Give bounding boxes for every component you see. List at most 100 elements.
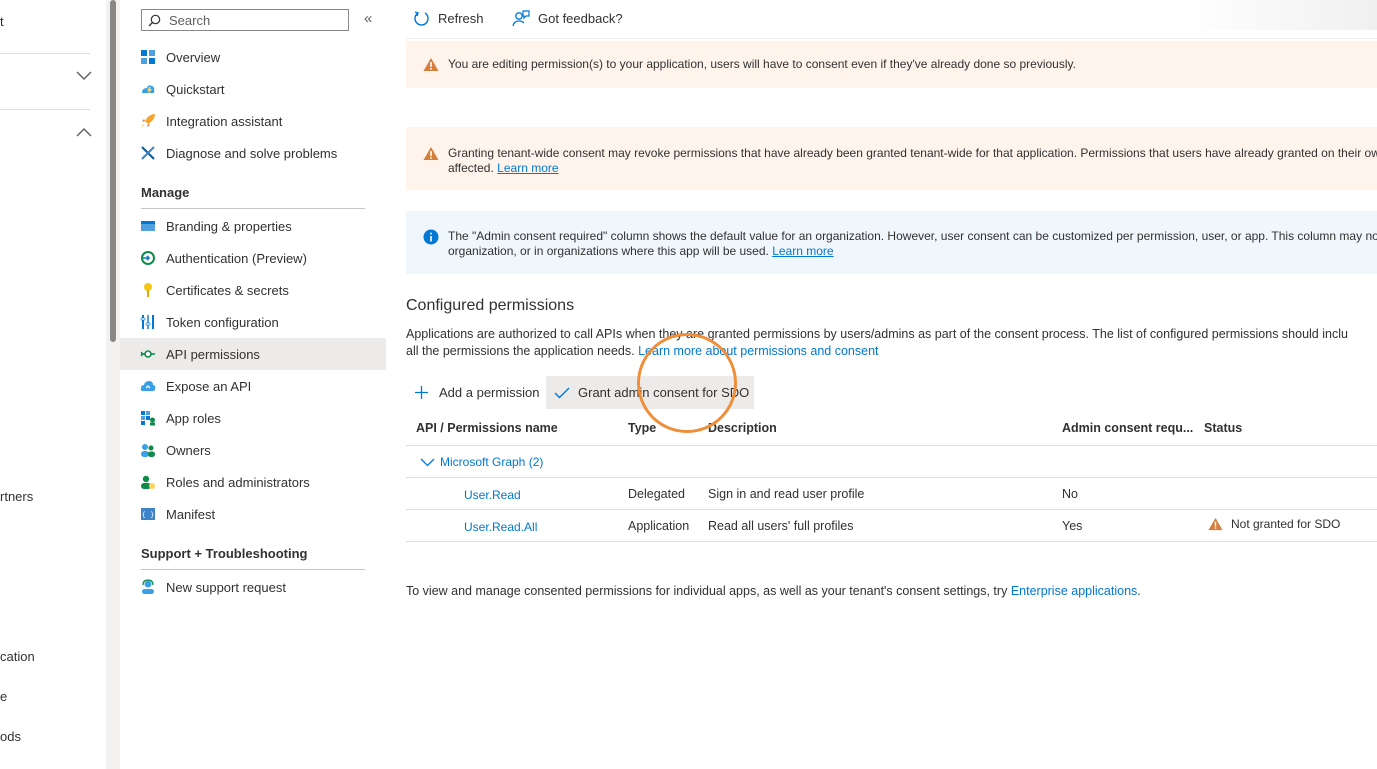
authentication-icon (140, 250, 156, 266)
warning-icon (423, 58, 439, 71)
feedback-icon (512, 10, 530, 27)
menu-item-quickstart[interactable]: Quickstart (120, 73, 386, 105)
left-nav-fragment[interactable]: ods (0, 729, 21, 744)
chevron-down-icon[interactable] (76, 68, 92, 86)
permission-type: Application (628, 519, 690, 533)
roles-icon (140, 474, 156, 490)
menu-item-manifest[interactable]: { } Manifest (120, 498, 386, 530)
divider (141, 569, 365, 570)
menu-item-expose-api[interactable]: Expose an API (120, 370, 386, 402)
rocket-icon (140, 113, 156, 129)
menu-item-label: Roles and administrators (166, 474, 310, 490)
description-line-text: all the permissions the application need… (406, 344, 635, 358)
menu-item-label: Quickstart (166, 81, 225, 97)
warning-icon (423, 147, 439, 160)
menu-item-roles-administrators[interactable]: Roles and administrators (120, 466, 386, 498)
section-header-manage: Manage (141, 185, 190, 200)
table-divider (406, 445, 1377, 446)
add-permission-button[interactable]: Add a permission (406, 376, 547, 409)
table-divider (406, 541, 1377, 542)
refresh-label: Refresh (438, 11, 484, 26)
editing-warning-banner: You are editing permission(s) to your ap… (406, 41, 1377, 88)
group-label: Microsoft Graph (2) (440, 455, 544, 469)
search-box[interactable] (141, 9, 349, 31)
key-icon (140, 282, 156, 298)
menu-item-token-configuration[interactable]: Token configuration (120, 306, 386, 338)
quickstart-icon (140, 81, 156, 97)
menu-item-label: Owners (166, 442, 211, 458)
menu-item-api-permissions[interactable]: API permissions (120, 338, 386, 370)
checkmark-icon (554, 387, 570, 398)
column-header-admin-consent[interactable]: Admin consent requ... (1062, 421, 1193, 435)
divider (0, 53, 90, 54)
column-header-description[interactable]: Description (708, 421, 777, 435)
banner-text: Granting tenant-wide consent may revoke … (448, 146, 1377, 176)
scrollbar-thumb[interactable] (110, 0, 116, 342)
configured-permissions-title: Configured permissions (406, 297, 575, 314)
refresh-button[interactable]: Refresh (413, 10, 484, 27)
permission-name-link[interactable]: User.Read (464, 488, 521, 502)
learn-more-link[interactable]: Learn more (772, 244, 833, 258)
grant-admin-consent-button[interactable]: Grant admin consent for SDO (546, 376, 754, 409)
permission-type: Delegated (628, 487, 685, 501)
left-nav: t rtners cation e ods (0, 0, 106, 769)
divider (141, 208, 365, 209)
menu-item-certificates[interactable]: Certificates & secrets (120, 274, 386, 306)
footer-note: To view and manage consented permissions… (406, 584, 1141, 598)
menu-item-app-roles[interactable]: App roles (120, 402, 386, 434)
column-header-type[interactable]: Type (628, 421, 656, 435)
menu-item-label: Expose an API (166, 378, 252, 394)
left-nav-fragment[interactable]: e (0, 689, 7, 704)
column-header-status[interactable]: Status (1204, 421, 1242, 435)
learn-more-link[interactable]: Learn more (497, 161, 558, 175)
corner-shadow (1180, 0, 1377, 30)
section-header-support: Support + Troubleshooting (141, 546, 308, 561)
menu-item-branding[interactable]: Branding & properties (120, 210, 386, 242)
collapse-menu-icon[interactable]: « (364, 10, 372, 27)
chevron-up-icon[interactable] (76, 124, 92, 142)
feedback-button[interactable]: Got feedback? (512, 10, 623, 27)
search-icon (148, 14, 161, 26)
column-header-name[interactable]: API / Permissions name (416, 421, 558, 435)
banner-text: You are editing permission(s) to your ap… (448, 57, 1076, 71)
cloud-icon (140, 378, 156, 394)
banner-line: Granting tenant-wide consent may revoke … (448, 146, 1377, 160)
configured-permissions-description: Applications are authorized to call APIs… (406, 326, 1377, 360)
search-input[interactable] (167, 11, 341, 29)
menu-item-authentication[interactable]: Authentication (Preview) (120, 242, 386, 274)
menu-item-label: Overview (166, 49, 221, 65)
banner-line-text: affected. (448, 161, 494, 175)
api-permissions-icon (140, 346, 156, 362)
granting-warning-banner: Granting tenant-wide consent may revoke … (406, 127, 1377, 190)
left-nav-fragment[interactable]: cation (0, 649, 35, 664)
menu-item-integration-assistant[interactable]: Integration assistant (120, 105, 386, 137)
banner-line-text: organization, or in organizations where … (448, 244, 769, 258)
branding-icon (140, 218, 156, 234)
manifest-icon: { } (140, 506, 156, 522)
group-row-microsoft-graph[interactable]: Microsoft Graph (2) (420, 455, 543, 469)
table-divider (406, 509, 1377, 510)
banner-line: organization, or in organizations where … (448, 244, 1377, 259)
left-nav-fragment[interactable]: t (0, 14, 4, 29)
menu-item-overview[interactable]: Overview (120, 41, 386, 73)
left-nav-fragment[interactable]: rtners (0, 489, 33, 504)
permission-name-link[interactable]: User.Read.All (464, 520, 537, 534)
admin-consent-info-banner: The "Admin consent required" column show… (406, 211, 1377, 274)
divider (0, 109, 90, 110)
add-permission-label: Add a permission (439, 385, 540, 400)
menu-item-new-support-request[interactable]: New support request (120, 571, 386, 603)
footer-text: To view and manage consented permissions… (406, 584, 1008, 598)
wrench-icon (140, 145, 156, 161)
menu-item-label: Diagnose and solve problems (166, 145, 338, 161)
resource-menu: « Overview Quickstart Integration assist… (120, 0, 386, 769)
menu-item-label: Certificates & secrets (166, 282, 289, 298)
main-content: Refresh Got feedback? You are editing pe… (386, 0, 1377, 769)
menu-item-label: API permissions (166, 346, 260, 362)
menu-item-label: Manifest (166, 506, 216, 522)
menu-item-diagnose[interactable]: Diagnose and solve problems (120, 137, 386, 169)
menu-item-owners[interactable]: Owners (120, 434, 386, 466)
enterprise-applications-link[interactable]: Enterprise applications (1011, 584, 1137, 598)
menu-item-label: Authentication (Preview) (166, 250, 307, 266)
permissions-consent-link[interactable]: Learn more about permissions and consent (638, 344, 878, 358)
description-line: all the permissions the application need… (406, 343, 1377, 360)
